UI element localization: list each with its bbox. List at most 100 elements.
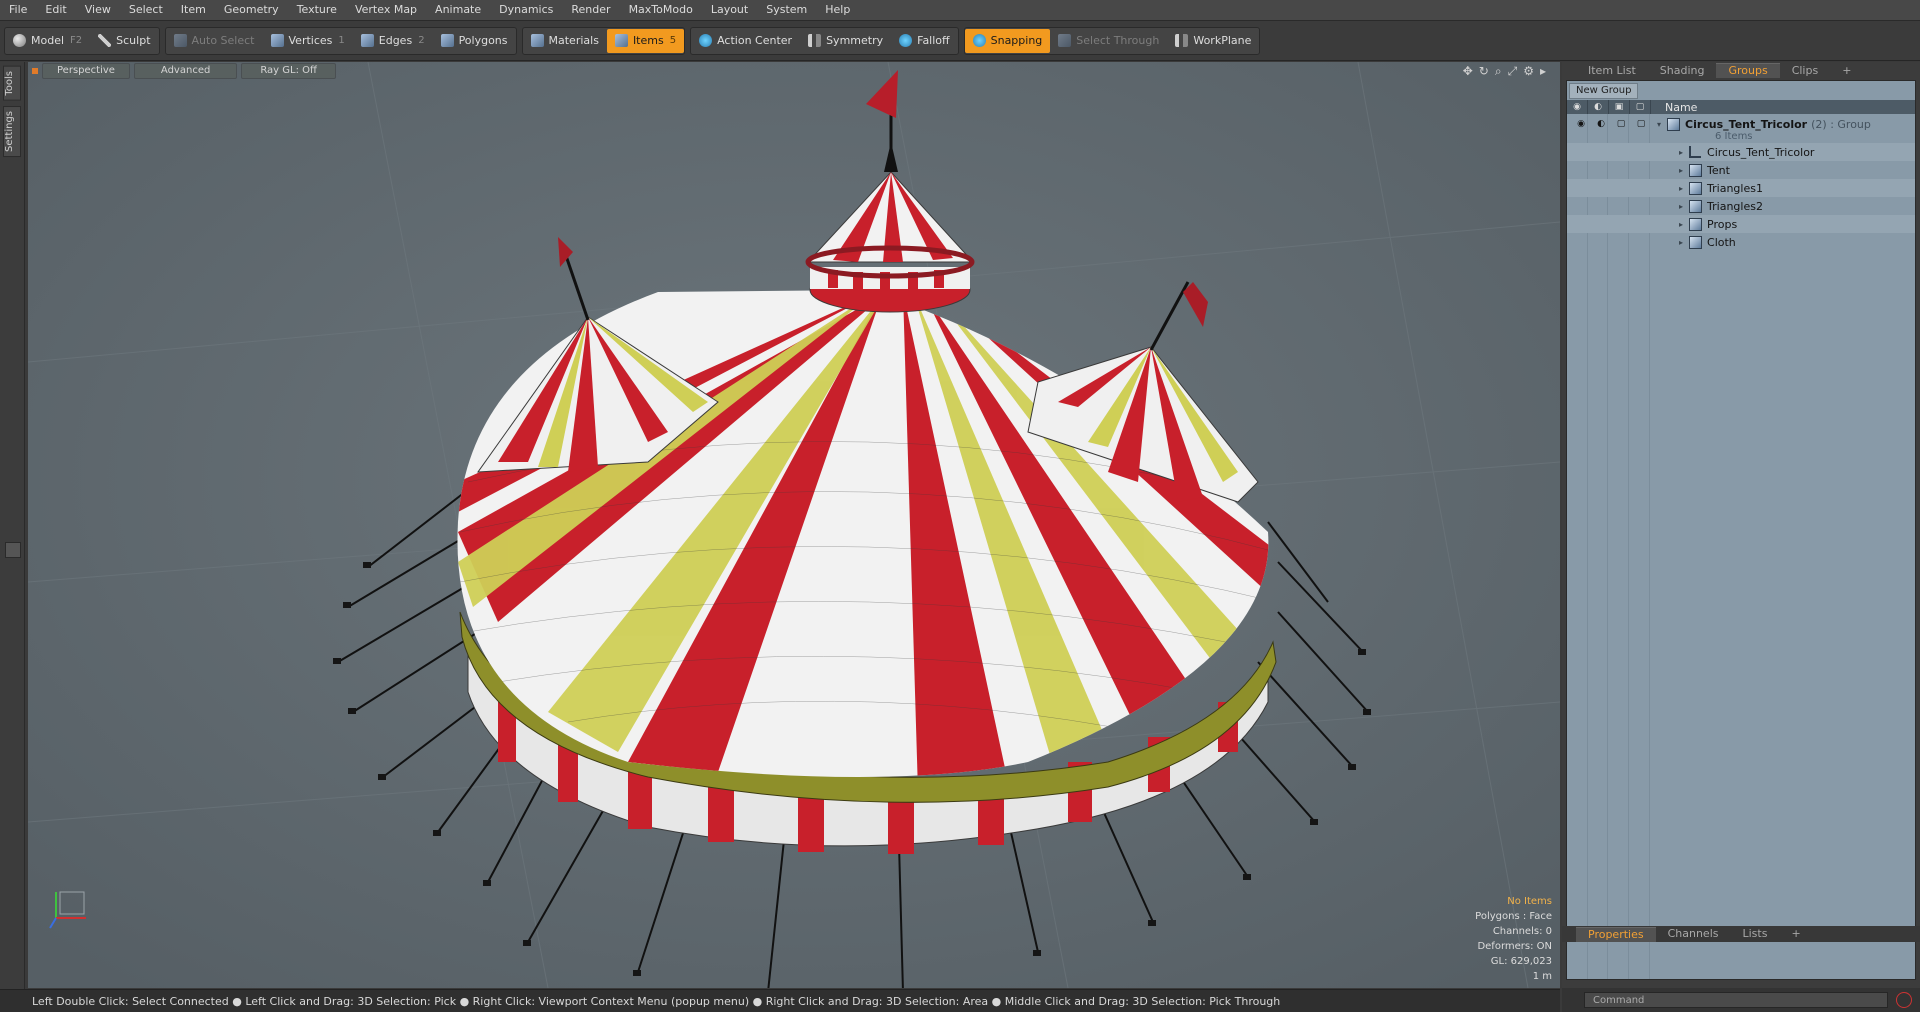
action-group: Action Center Symmetry Falloff	[690, 26, 959, 55]
3d-viewport[interactable]: Perspective Advanced Ray GL: Off ✥ ↻ ⌕ ⤢…	[28, 62, 1560, 988]
menu-layout[interactable]: Layout	[702, 0, 757, 20]
menu-geometry[interactable]: Geometry	[215, 0, 288, 20]
falloff-icon	[899, 34, 913, 47]
edges-button[interactable]: Edges 2	[353, 29, 433, 53]
lock-toggle-icon[interactable]: ▢	[1611, 119, 1631, 129]
groups-panel: New Group ◉ ◐ ▣ ▢ Name ◉ ◐ ▢ ▢ ▾ Circus_…	[1566, 80, 1916, 980]
vertices-button[interactable]: Vertices 1	[263, 29, 353, 53]
symmetry-button[interactable]: Symmetry	[800, 29, 891, 53]
eye-icon[interactable]: ◉	[1571, 119, 1591, 129]
maximize-icon[interactable]: ⤢	[1508, 64, 1518, 79]
menu-dynamics[interactable]: Dynamics	[490, 0, 562, 20]
expand-arrow-icon[interactable]: ▸	[1679, 238, 1683, 247]
model-button[interactable]: Model F2	[5, 29, 90, 53]
tree-item-label: Tent	[1707, 163, 1730, 177]
expand-arrow-icon[interactable]: ▾	[1657, 120, 1661, 129]
model-label: Model	[31, 34, 65, 47]
menu-render[interactable]: Render	[562, 0, 619, 20]
tree-item[interactable]: ▸ Cloth	[1567, 233, 1915, 251]
expand-arrow-icon[interactable]: ▸	[1679, 148, 1683, 157]
model-key: F2	[70, 35, 83, 46]
raygl-button[interactable]: Ray GL: Off	[241, 63, 336, 79]
group-item-count: 6 Items	[1715, 130, 1753, 142]
tree-item[interactable]: ▸ Props	[1567, 215, 1915, 233]
auto-select-button[interactable]: Auto Select	[166, 29, 263, 53]
brush-icon	[98, 34, 112, 47]
workplane-button[interactable]: WorkPlane	[1167, 29, 1259, 53]
menu-vertex-map[interactable]: Vertex Map	[346, 0, 426, 20]
select-toggle-icon[interactable]: ▢	[1631, 119, 1651, 129]
tree-item-label: Circus_Tent_Tricolor	[1707, 145, 1815, 159]
tab-groups[interactable]: Groups	[1716, 63, 1780, 78]
panel-toggle-icon[interactable]	[5, 542, 21, 558]
lock-column-icon[interactable]: ▣	[1609, 100, 1630, 114]
perspective-button[interactable]: Perspective	[42, 63, 130, 79]
polygons-icon	[440, 34, 454, 47]
menu-item[interactable]: Item	[172, 0, 215, 20]
settings-tab[interactable]: Settings	[3, 106, 21, 158]
tab-properties[interactable]: Properties	[1576, 926, 1656, 942]
expand-arrow-icon[interactable]: ▸	[1679, 184, 1683, 193]
add-tab-icon[interactable]: +	[1830, 64, 1863, 78]
snapping-button[interactable]: Snapping	[964, 28, 1051, 53]
item-group: Materials Items 5	[521, 26, 686, 55]
group-columns-header: ◉ ◐ ▣ ▢ Name	[1567, 100, 1915, 114]
zoom-icon[interactable]: ⌕	[1495, 64, 1502, 79]
move-icon[interactable]: ✥	[1463, 64, 1473, 79]
shading-button[interactable]: Advanced	[133, 63, 238, 79]
symmetry-label: Symmetry	[826, 34, 884, 47]
menu-file[interactable]: File	[0, 0, 36, 20]
items-button[interactable]: Items 5	[606, 28, 685, 53]
tree-item[interactable]: ▸ Circus_Tent_Tricolor	[1567, 143, 1915, 161]
tab-item-list[interactable]: Item List	[1576, 64, 1648, 78]
menu-help[interactable]: Help	[816, 0, 859, 20]
render-toggle-icon[interactable]: ◐	[1591, 119, 1611, 129]
symmetry-icon	[808, 34, 822, 47]
menu-view[interactable]: View	[76, 0, 120, 20]
tree-item[interactable]: ▸ Triangles1	[1567, 179, 1915, 197]
expand-arrow-icon[interactable]: ▸	[1679, 166, 1683, 175]
action-center-button[interactable]: Action Center	[691, 29, 800, 53]
status-bar: Left Double Click: Select Connected ● Le…	[0, 989, 1560, 1012]
tab-lists[interactable]: Lists	[1731, 927, 1780, 941]
menu-texture[interactable]: Texture	[288, 0, 346, 20]
select-column-icon[interactable]: ▢	[1630, 100, 1651, 114]
polygons-button[interactable]: Polygons	[433, 29, 516, 53]
menu-system[interactable]: System	[757, 0, 816, 20]
expand-arrow-icon[interactable]: ▸	[1679, 220, 1683, 229]
polygons-info: Polygons : Face	[1475, 911, 1552, 922]
menu-maxtomodo[interactable]: MaxToModo	[620, 0, 702, 20]
command-input[interactable]: Command	[1584, 992, 1888, 1008]
properties-tabs: Properties Channels Lists +	[1562, 926, 1920, 942]
tree-item[interactable]: ▸ Tent	[1567, 161, 1915, 179]
record-icon[interactable]	[1896, 992, 1912, 1008]
deformers-info: Deformers: ON	[1477, 941, 1552, 952]
menu-edit[interactable]: Edit	[36, 0, 75, 20]
edges-label: Edges	[378, 34, 413, 47]
mesh-item-icon	[1689, 146, 1702, 158]
tab-clips[interactable]: Clips	[1780, 64, 1831, 78]
add-tab-icon[interactable]: +	[1779, 927, 1812, 941]
tent-scene[interactable]	[28, 62, 1560, 988]
select-through-button[interactable]: Select Through	[1050, 29, 1167, 53]
menu-select[interactable]: Select	[120, 0, 172, 20]
rotate-icon[interactable]: ↻	[1479, 64, 1489, 79]
visibility-column-icon[interactable]: ◉	[1567, 100, 1588, 114]
viewport-menu-icon[interactable]	[32, 68, 38, 74]
sculpt-button[interactable]: Sculpt	[90, 29, 158, 53]
right-panel: Item List Shading Groups Clips + New Gro…	[1562, 62, 1920, 990]
chevron-right-icon[interactable]: ▸	[1540, 64, 1546, 79]
tab-shading[interactable]: Shading	[1648, 64, 1717, 78]
action-center-label: Action Center	[717, 34, 793, 47]
materials-button[interactable]: Materials	[523, 29, 607, 53]
falloff-button[interactable]: Falloff	[891, 29, 957, 53]
expand-arrow-icon[interactable]: ▸	[1679, 202, 1683, 211]
gear-icon[interactable]: ⚙	[1523, 64, 1534, 79]
tree-item[interactable]: ▸ Triangles2	[1567, 197, 1915, 215]
tab-channels[interactable]: Channels	[1656, 927, 1731, 941]
render-column-icon[interactable]: ◐	[1588, 100, 1609, 114]
new-group-button[interactable]: New Group	[1569, 83, 1639, 99]
tools-tab[interactable]: Tools	[3, 66, 21, 101]
mesh-icon	[1689, 217, 1703, 231]
menu-animate[interactable]: Animate	[426, 0, 490, 20]
